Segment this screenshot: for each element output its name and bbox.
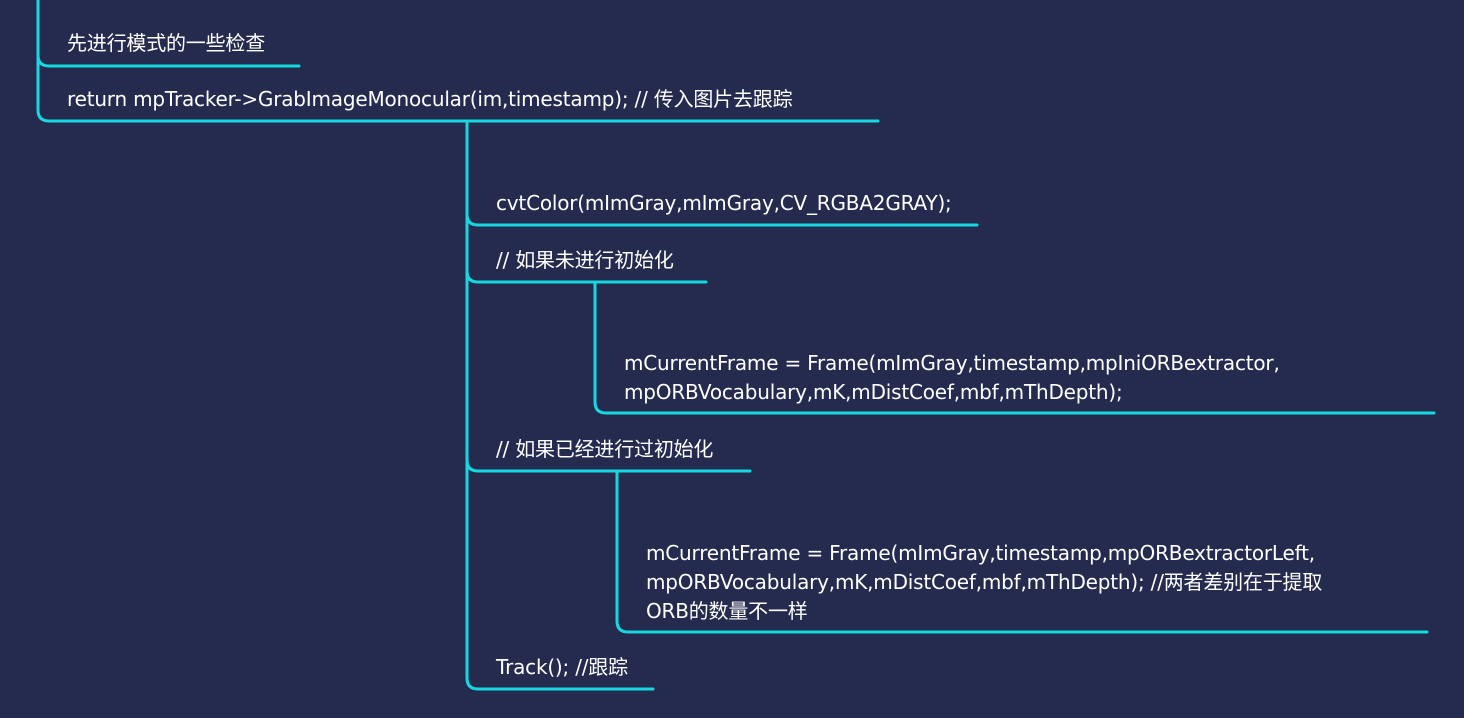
- node-frame-left: mCurrentFrame = Frame(mImGray,timestamp,…: [646, 539, 1322, 626]
- node-frame-ini-line2: mpORBVocabulary,mK,mDistCoef,mbf,mThDept…: [624, 380, 1123, 404]
- node-return-grab: return mpTracker->GrabImageMonocular(im,…: [67, 85, 793, 114]
- node-frame-left-line2: mpORBVocabulary,mK,mDistCoef,mbf,mThDept…: [646, 570, 1323, 594]
- node-track-text: Track(); //跟踪: [496, 655, 628, 679]
- node-cvt-color-text: cvtColor(mImGray,mImGray,CV_RGBA2GRAY);: [496, 191, 952, 215]
- node-if-init-text: // 如果已经进行过初始化: [496, 437, 714, 461]
- node-if-not-init: // 如果未进行初始化: [496, 246, 674, 275]
- node-frame-ini: mCurrentFrame = Frame(mImGray,timestamp,…: [624, 349, 1280, 407]
- node-track: Track(); //跟踪: [496, 653, 628, 682]
- node-frame-left-line1: mCurrentFrame = Frame(mImGray,timestamp,…: [646, 541, 1315, 565]
- node-mode-check-text: 先进行模式的一些检查: [67, 31, 265, 55]
- node-return-grab-text: return mpTracker->GrabImageMonocular(im,…: [67, 87, 793, 111]
- node-cvt-color: cvtColor(mImGray,mImGray,CV_RGBA2GRAY);: [496, 189, 952, 218]
- node-mode-check: 先进行模式的一些检查: [67, 29, 265, 58]
- node-if-init: // 如果已经进行过初始化: [496, 435, 713, 464]
- node-frame-ini-line1: mCurrentFrame = Frame(mImGray,timestamp,…: [624, 351, 1280, 375]
- node-frame-left-line3: ORB的数量不一样: [646, 599, 808, 623]
- node-if-not-init-text: // 如果未进行初始化: [496, 248, 674, 272]
- mindmap-canvas: 先进行模式的一些检查 return mpTracker->GrabImageMo…: [0, 0, 1464, 718]
